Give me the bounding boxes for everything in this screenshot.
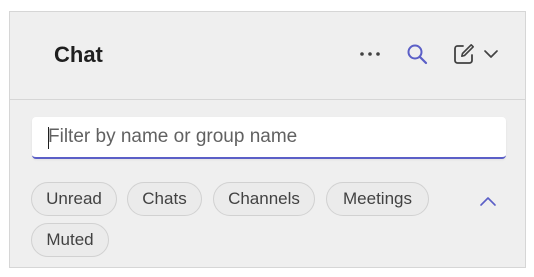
search-button[interactable] — [405, 42, 429, 66]
filter-field[interactable] — [32, 117, 506, 159]
page-title: Chat — [54, 42, 103, 67]
filter-pill-meetings[interactable]: Meetings — [326, 182, 429, 216]
filter-input[interactable] — [32, 117, 506, 157]
filter-pill-channels[interactable]: Channels — [213, 182, 315, 216]
filter-pill-muted[interactable]: Muted — [31, 223, 109, 257]
chat-panel: Chat Unread Ch — [9, 11, 526, 268]
collapse-filters-button[interactable] — [476, 192, 500, 210]
text-caret — [48, 127, 49, 149]
filter-pill-unread[interactable]: Unread — [31, 182, 117, 216]
more-options-button[interactable] — [357, 42, 383, 66]
chat-header: Chat — [10, 12, 525, 100]
chevron-up-icon — [480, 197, 496, 206]
more-options-icon — [360, 52, 380, 56]
chevron-down-icon[interactable] — [482, 48, 500, 60]
filter-pill-chats[interactable]: Chats — [127, 182, 202, 216]
new-chat-icon — [454, 44, 474, 64]
new-chat-button[interactable] — [450, 41, 502, 67]
search-icon — [407, 44, 428, 65]
